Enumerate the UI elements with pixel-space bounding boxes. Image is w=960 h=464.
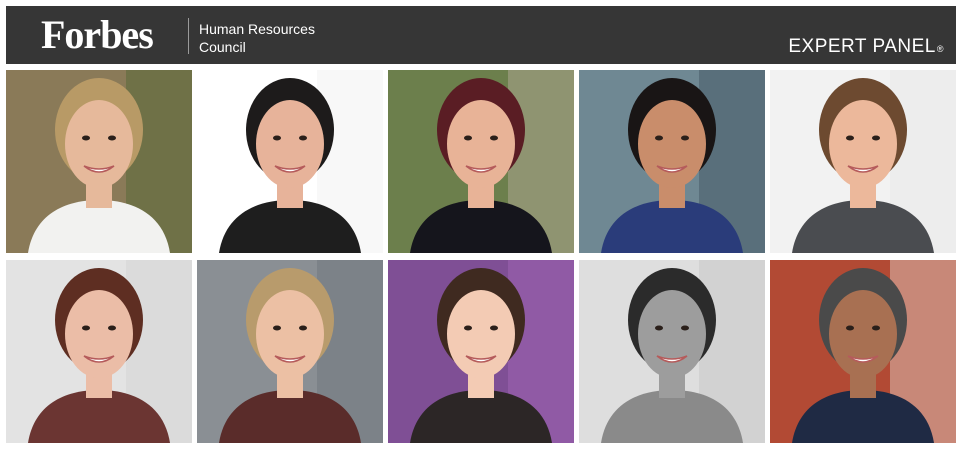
member-photo bbox=[770, 260, 956, 443]
face bbox=[829, 290, 897, 378]
eye-right bbox=[490, 135, 498, 141]
eye-left bbox=[82, 135, 90, 141]
eye-left bbox=[846, 135, 854, 141]
logo-divider bbox=[188, 18, 189, 54]
eye-left bbox=[655, 135, 663, 141]
eye-right bbox=[108, 135, 116, 141]
eye-right bbox=[872, 135, 880, 141]
portrait-image bbox=[6, 70, 192, 253]
portrait-image bbox=[770, 260, 956, 443]
portrait-image bbox=[770, 70, 956, 253]
member-photo-grid bbox=[6, 70, 956, 443]
eye-left bbox=[273, 325, 281, 331]
face bbox=[829, 100, 897, 188]
face bbox=[65, 290, 133, 378]
eye-right bbox=[490, 325, 498, 331]
member-photo bbox=[579, 70, 765, 253]
member-photo bbox=[197, 70, 383, 253]
expert-panel-banner: Forbes Human Resources Council EXPERT PA… bbox=[6, 6, 956, 64]
eye-right bbox=[681, 135, 689, 141]
portrait-image bbox=[388, 260, 574, 443]
face bbox=[447, 290, 515, 378]
member-photo bbox=[197, 260, 383, 443]
member-photo bbox=[770, 70, 956, 253]
eye-left bbox=[846, 325, 854, 331]
eye-left bbox=[82, 325, 90, 331]
face bbox=[256, 290, 324, 378]
eye-right bbox=[872, 325, 880, 331]
eye-left bbox=[464, 135, 472, 141]
eye-left bbox=[655, 325, 663, 331]
portrait-image bbox=[197, 70, 383, 253]
member-photo bbox=[579, 260, 765, 443]
eye-right bbox=[299, 325, 307, 331]
face bbox=[256, 100, 324, 188]
eye-left bbox=[464, 325, 472, 331]
portrait-image bbox=[6, 260, 192, 443]
portrait-image bbox=[579, 260, 765, 443]
eye-right bbox=[108, 325, 116, 331]
portrait-image bbox=[197, 260, 383, 443]
face bbox=[638, 290, 706, 378]
council-name-line1: Human Resources bbox=[199, 21, 315, 37]
forbes-logo: Forbes bbox=[41, 12, 154, 57]
eye-left bbox=[273, 135, 281, 141]
face bbox=[447, 100, 515, 188]
expert-panel-label: EXPERT PANEL® bbox=[788, 36, 944, 60]
council-name: Human Resources Council bbox=[199, 20, 315, 56]
expert-panel-text: EXPERT PANEL bbox=[788, 36, 936, 57]
member-photo bbox=[388, 260, 574, 443]
member-photo bbox=[6, 70, 192, 253]
portrait-image bbox=[388, 70, 574, 253]
eye-right bbox=[299, 135, 307, 141]
eye-right bbox=[681, 325, 689, 331]
face bbox=[638, 100, 706, 188]
portrait-image bbox=[579, 70, 765, 253]
member-photo bbox=[6, 260, 192, 443]
council-name-line2: Council bbox=[199, 39, 246, 55]
face bbox=[65, 100, 133, 188]
member-photo bbox=[388, 70, 574, 253]
registered-mark: ® bbox=[936, 44, 944, 54]
